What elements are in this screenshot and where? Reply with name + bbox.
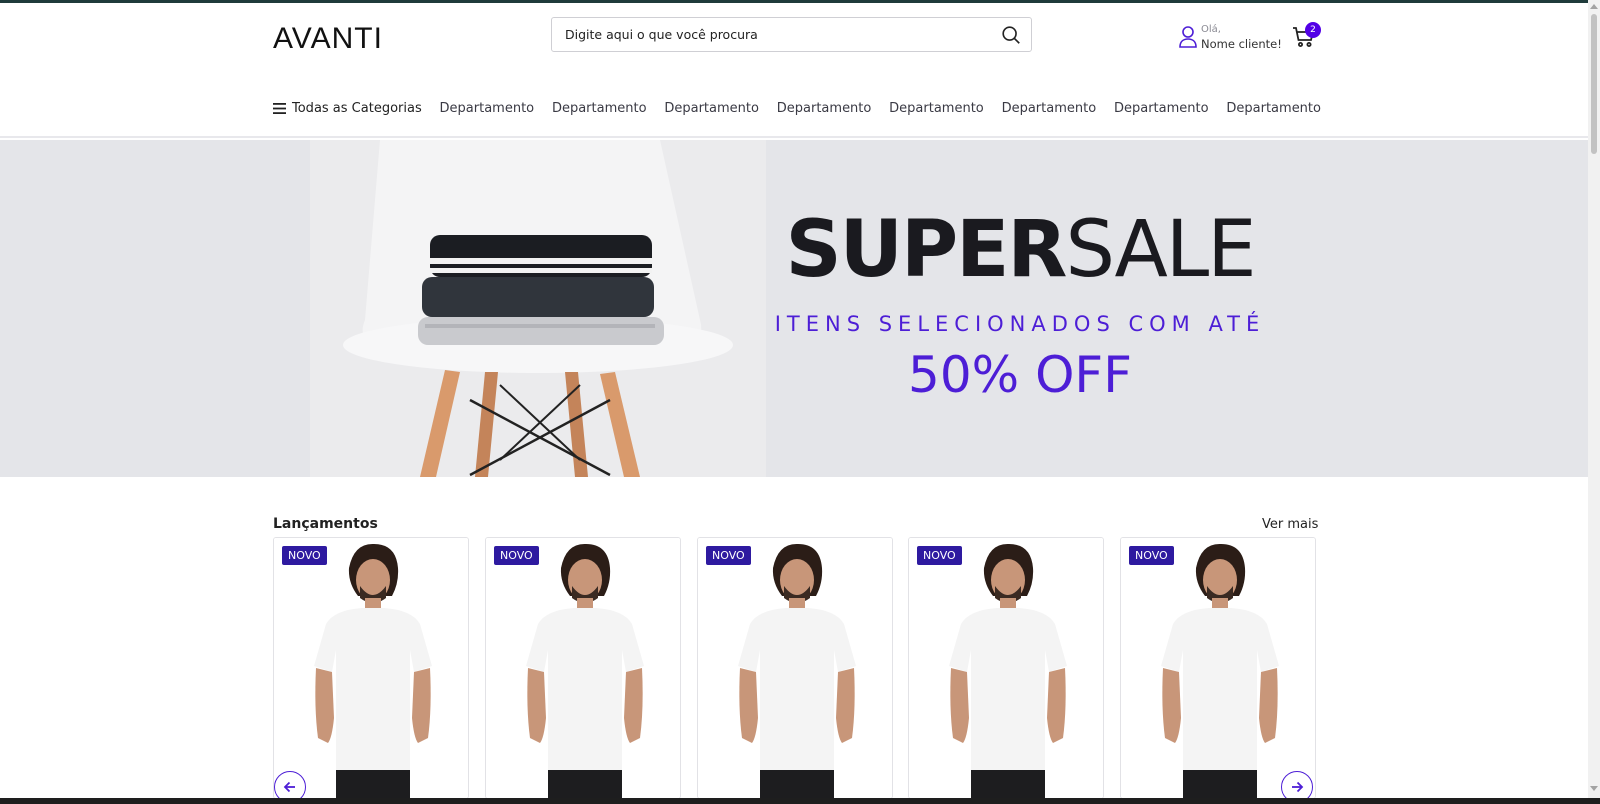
product-card[interactable]: NOVO bbox=[485, 537, 681, 799]
site-header: AVANTI Olá, Nome cliente! 2 bbox=[0, 3, 1588, 138]
os-taskbar bbox=[0, 798, 1600, 804]
cart-count-badge: 2 bbox=[1305, 22, 1321, 38]
new-badge: NOVO bbox=[494, 546, 539, 565]
see-more-link[interactable]: Ver mais bbox=[1262, 517, 1318, 532]
logo-text: AVANTI bbox=[273, 22, 383, 55]
menu-icon bbox=[273, 102, 286, 114]
scroll-up-arrow-icon[interactable] bbox=[1590, 4, 1598, 9]
product-image bbox=[274, 538, 468, 798]
section-title: Lançamentos bbox=[273, 516, 378, 532]
product-image bbox=[909, 538, 1103, 798]
product-card[interactable]: NOVO bbox=[697, 537, 893, 799]
cart-button[interactable]: 2 bbox=[1292, 22, 1321, 51]
nav-department-5[interactable]: Departamento bbox=[889, 101, 984, 116]
new-badge: NOVO bbox=[706, 546, 751, 565]
nav-department-2[interactable]: Departamento bbox=[552, 101, 647, 116]
banner-subtitle: ITENS SELECIONADOS COM ATÉ bbox=[774, 312, 1266, 336]
page-scrollbar[interactable] bbox=[1588, 0, 1600, 798]
search-input[interactable] bbox=[552, 18, 992, 51]
product-image bbox=[1121, 538, 1315, 798]
account-link[interactable]: Olá, Nome cliente! bbox=[1178, 23, 1282, 51]
product-card[interactable]: NOVO bbox=[273, 537, 469, 799]
banner-headline: SUPERSALE ITENS SELECIONADOS COM ATÉ 50%… bbox=[770, 210, 1270, 404]
banner-offer: 50% OFF bbox=[908, 346, 1132, 404]
all-categories-menu[interactable]: Todas as Categorias bbox=[273, 101, 422, 116]
product-image bbox=[698, 538, 892, 798]
new-badge: NOVO bbox=[1129, 546, 1174, 565]
main-nav: Todas as Categorias Departamento Departa… bbox=[273, 96, 1321, 120]
nav-department-8[interactable]: Departamento bbox=[1226, 101, 1321, 116]
scroll-thumb[interactable] bbox=[1591, 14, 1597, 154]
all-categories-label: Todas as Categorias bbox=[292, 100, 422, 116]
arrow-right-icon bbox=[1292, 781, 1304, 793]
arrow-left-icon bbox=[283, 781, 295, 793]
hero-banner[interactable]: SUPERSALE ITENS SELECIONADOS COM ATÉ 50%… bbox=[0, 140, 1588, 477]
logo[interactable]: AVANTI bbox=[273, 21, 383, 57]
search-bar bbox=[551, 17, 1032, 52]
nav-department-7[interactable]: Departamento bbox=[1114, 101, 1209, 116]
user-icon bbox=[1179, 26, 1197, 48]
banner-photo bbox=[310, 140, 766, 477]
new-badge: NOVO bbox=[917, 546, 962, 565]
search-icon[interactable] bbox=[1000, 24, 1022, 46]
new-badge: NOVO bbox=[282, 546, 327, 565]
nav-department-1[interactable]: Departamento bbox=[440, 101, 535, 116]
product-image bbox=[486, 538, 680, 798]
nav-department-6[interactable]: Departamento bbox=[1002, 101, 1097, 116]
customer-name: Nome cliente! bbox=[1201, 37, 1282, 51]
nav-department-4[interactable]: Departamento bbox=[777, 101, 872, 116]
product-card[interactable]: NOVO bbox=[908, 537, 1104, 799]
scroll-down-arrow-icon[interactable] bbox=[1590, 786, 1598, 791]
nav-department-3[interactable]: Departamento bbox=[664, 101, 759, 116]
product-card[interactable]: NOVO bbox=[1120, 537, 1316, 799]
greeting-label: Olá, bbox=[1201, 24, 1221, 35]
banner-title: SUPERSALE bbox=[785, 205, 1256, 295]
